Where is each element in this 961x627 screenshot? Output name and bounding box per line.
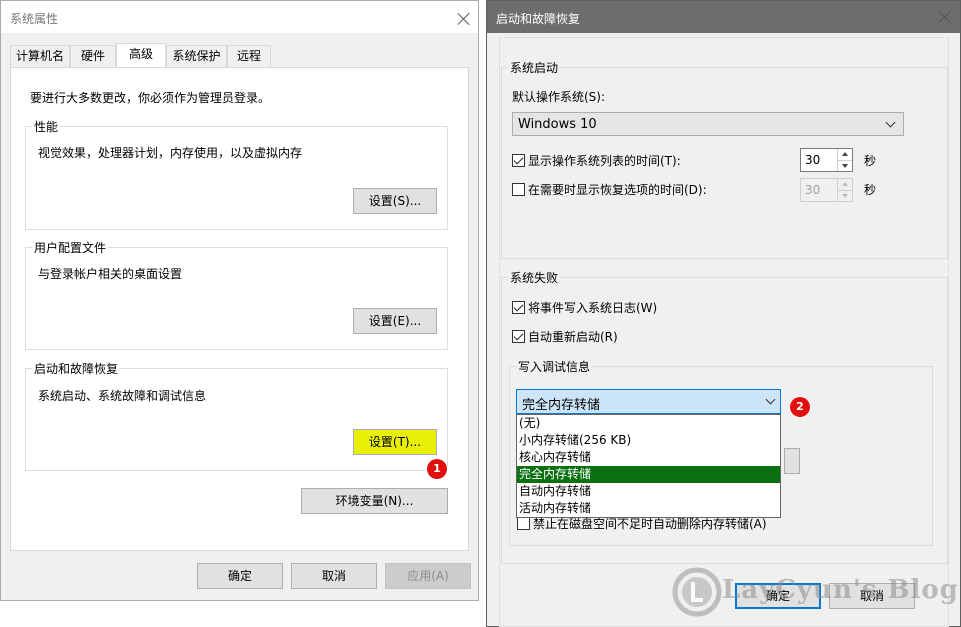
tab-system-protection[interactable]: 系统保护: [166, 45, 227, 67]
seconds-unit: 秒: [864, 183, 877, 197]
show-os-list-value: 30: [805, 153, 821, 167]
tab-advanced[interactable]: 高级: [116, 43, 166, 67]
spin-arrows[interactable]: [837, 149, 852, 171]
window-title: 系统属性: [10, 12, 59, 26]
environment-variables-button[interactable]: 环境变量(N)...: [301, 488, 448, 514]
debug-info-selected: 完全内存转储: [522, 398, 601, 413]
window-title: 启动和故障恢复: [496, 12, 581, 26]
auto-restart-label: 自动重新启动(R): [528, 330, 618, 344]
user-profiles-title: 用户配置文件: [32, 239, 109, 256]
seconds-unit: 秒: [864, 154, 877, 168]
disable-overwrite-checkbox[interactable]: [517, 517, 530, 530]
default-os-value: Windows 10: [518, 117, 597, 132]
spin-down-icon: [838, 190, 852, 201]
startup-recovery-desc: 系统启动、系统故障和调试信息: [38, 389, 207, 403]
close-icon[interactable]: [456, 11, 472, 27]
startup-recovery-title: 启动和故障恢复: [32, 360, 121, 377]
system-startup-group: 系统启动 默认操作系统(S): Windows 10 显示操作系统列表的时间(T…: [501, 59, 948, 259]
watermark-logo-icon: [672, 567, 722, 617]
write-event-log-checkbox[interactable]: [512, 301, 525, 314]
show-recovery-value: 30: [805, 183, 821, 197]
user-profiles-group: 用户配置文件 与登录帐户相关的桌面设置 设置(E)...: [25, 239, 448, 350]
dropdown-option-active[interactable]: 活动内存转储: [517, 500, 780, 517]
performance-desc: 视觉效果，处理器计划，内存使用，以及虚拟内存: [38, 146, 303, 160]
show-recovery-label: 在需要时显示恢复选项的时间(D):: [528, 183, 707, 197]
spin-up-icon[interactable]: [838, 149, 852, 160]
tab-hardware[interactable]: 硬件: [70, 45, 116, 67]
user-profiles-desc: 与登录帐户相关的桌面设置: [38, 267, 183, 281]
spin-arrows: [837, 179, 852, 201]
tab-computer-name[interactable]: 计算机名: [10, 45, 70, 67]
dump-settings-button[interactable]: [784, 448, 800, 474]
debug-info-dropdown: (无) 小内存转储(256 KB) 核心内存转储 完全内存转储 自动内存转储 活…: [516, 414, 781, 518]
annotation-badge-2: 2: [790, 397, 810, 417]
watermark-text: LayCyun's Blog: [722, 575, 959, 605]
advanced-tab-panel: 要进行大多数更改，你必须作为管理员登录。 性能 视觉效果，处理器计划，内存使用，…: [10, 67, 469, 551]
show-recovery-checkbox[interactable]: [512, 183, 525, 196]
default-os-label: 默认操作系统(S):: [512, 90, 606, 104]
startup-recovery-window: 启动和故障恢复 系统启动 默认操作系统(S): Windows 10 显示操作系…: [486, 0, 961, 627]
title-bar: 启动和故障恢复: [487, 1, 960, 33]
apply-button: 应用(A): [385, 563, 471, 589]
dropdown-option-none[interactable]: (无): [517, 415, 780, 432]
debug-info-title: 写入调试信息: [516, 358, 593, 375]
performance-title: 性能: [32, 118, 61, 135]
close-icon[interactable]: [937, 9, 953, 25]
performance-settings-button[interactable]: 设置(S)...: [353, 188, 437, 214]
system-failure-title: 系统失败: [508, 269, 561, 286]
spin-down-icon[interactable]: [838, 160, 852, 171]
show-os-list-label: 显示操作系统列表的时间(T):: [528, 154, 681, 168]
cancel-button[interactable]: 取消: [291, 563, 377, 589]
show-os-list-checkbox[interactable]: [512, 154, 525, 167]
title-bar: 系统属性: [1, 1, 478, 33]
annotation-badge-1: 1: [427, 459, 447, 479]
watermark: LayCyun's Blog: [672, 565, 959, 621]
spin-up-icon: [838, 179, 852, 190]
dropdown-option-complete[interactable]: 完全内存转储: [517, 466, 780, 483]
admin-note: 要进行大多数更改，你必须作为管理员登录。: [30, 91, 271, 105]
chevron-down-icon: [765, 394, 776, 405]
startup-recovery-group: 启动和故障恢复 系统启动、系统故障和调试信息 设置(T)...: [25, 360, 448, 471]
performance-group: 性能 视觉效果，处理器计划，内存使用，以及虚拟内存 设置(S)...: [25, 118, 448, 230]
default-os-select[interactable]: Windows 10: [512, 112, 904, 136]
show-os-list-seconds[interactable]: 30: [800, 148, 853, 172]
debug-info-select[interactable]: 完全内存转储: [516, 389, 781, 414]
chevron-down-icon: [885, 117, 896, 128]
user-profiles-settings-button[interactable]: 设置(E)...: [353, 308, 437, 334]
system-startup-title: 系统启动: [508, 59, 561, 76]
write-event-log-label: 将事件写入系统日志(W): [528, 301, 658, 315]
dropdown-option-small[interactable]: 小内存转储(256 KB): [517, 432, 780, 449]
startup-recovery-settings-button[interactable]: 设置(T)...: [353, 429, 437, 455]
dropdown-option-automatic[interactable]: 自动内存转储: [517, 483, 780, 500]
tab-remote[interactable]: 远程: [227, 45, 271, 67]
ok-button[interactable]: 确定: [197, 563, 283, 589]
dropdown-option-kernel[interactable]: 核心内存转储: [517, 449, 780, 466]
show-recovery-seconds: 30: [800, 178, 853, 202]
system-properties-window: 系统属性 计算机名 硬件 高级 系统保护 远程 要进行大多数更改，你必须作为管理…: [0, 0, 479, 601]
auto-restart-checkbox[interactable]: [512, 330, 525, 343]
